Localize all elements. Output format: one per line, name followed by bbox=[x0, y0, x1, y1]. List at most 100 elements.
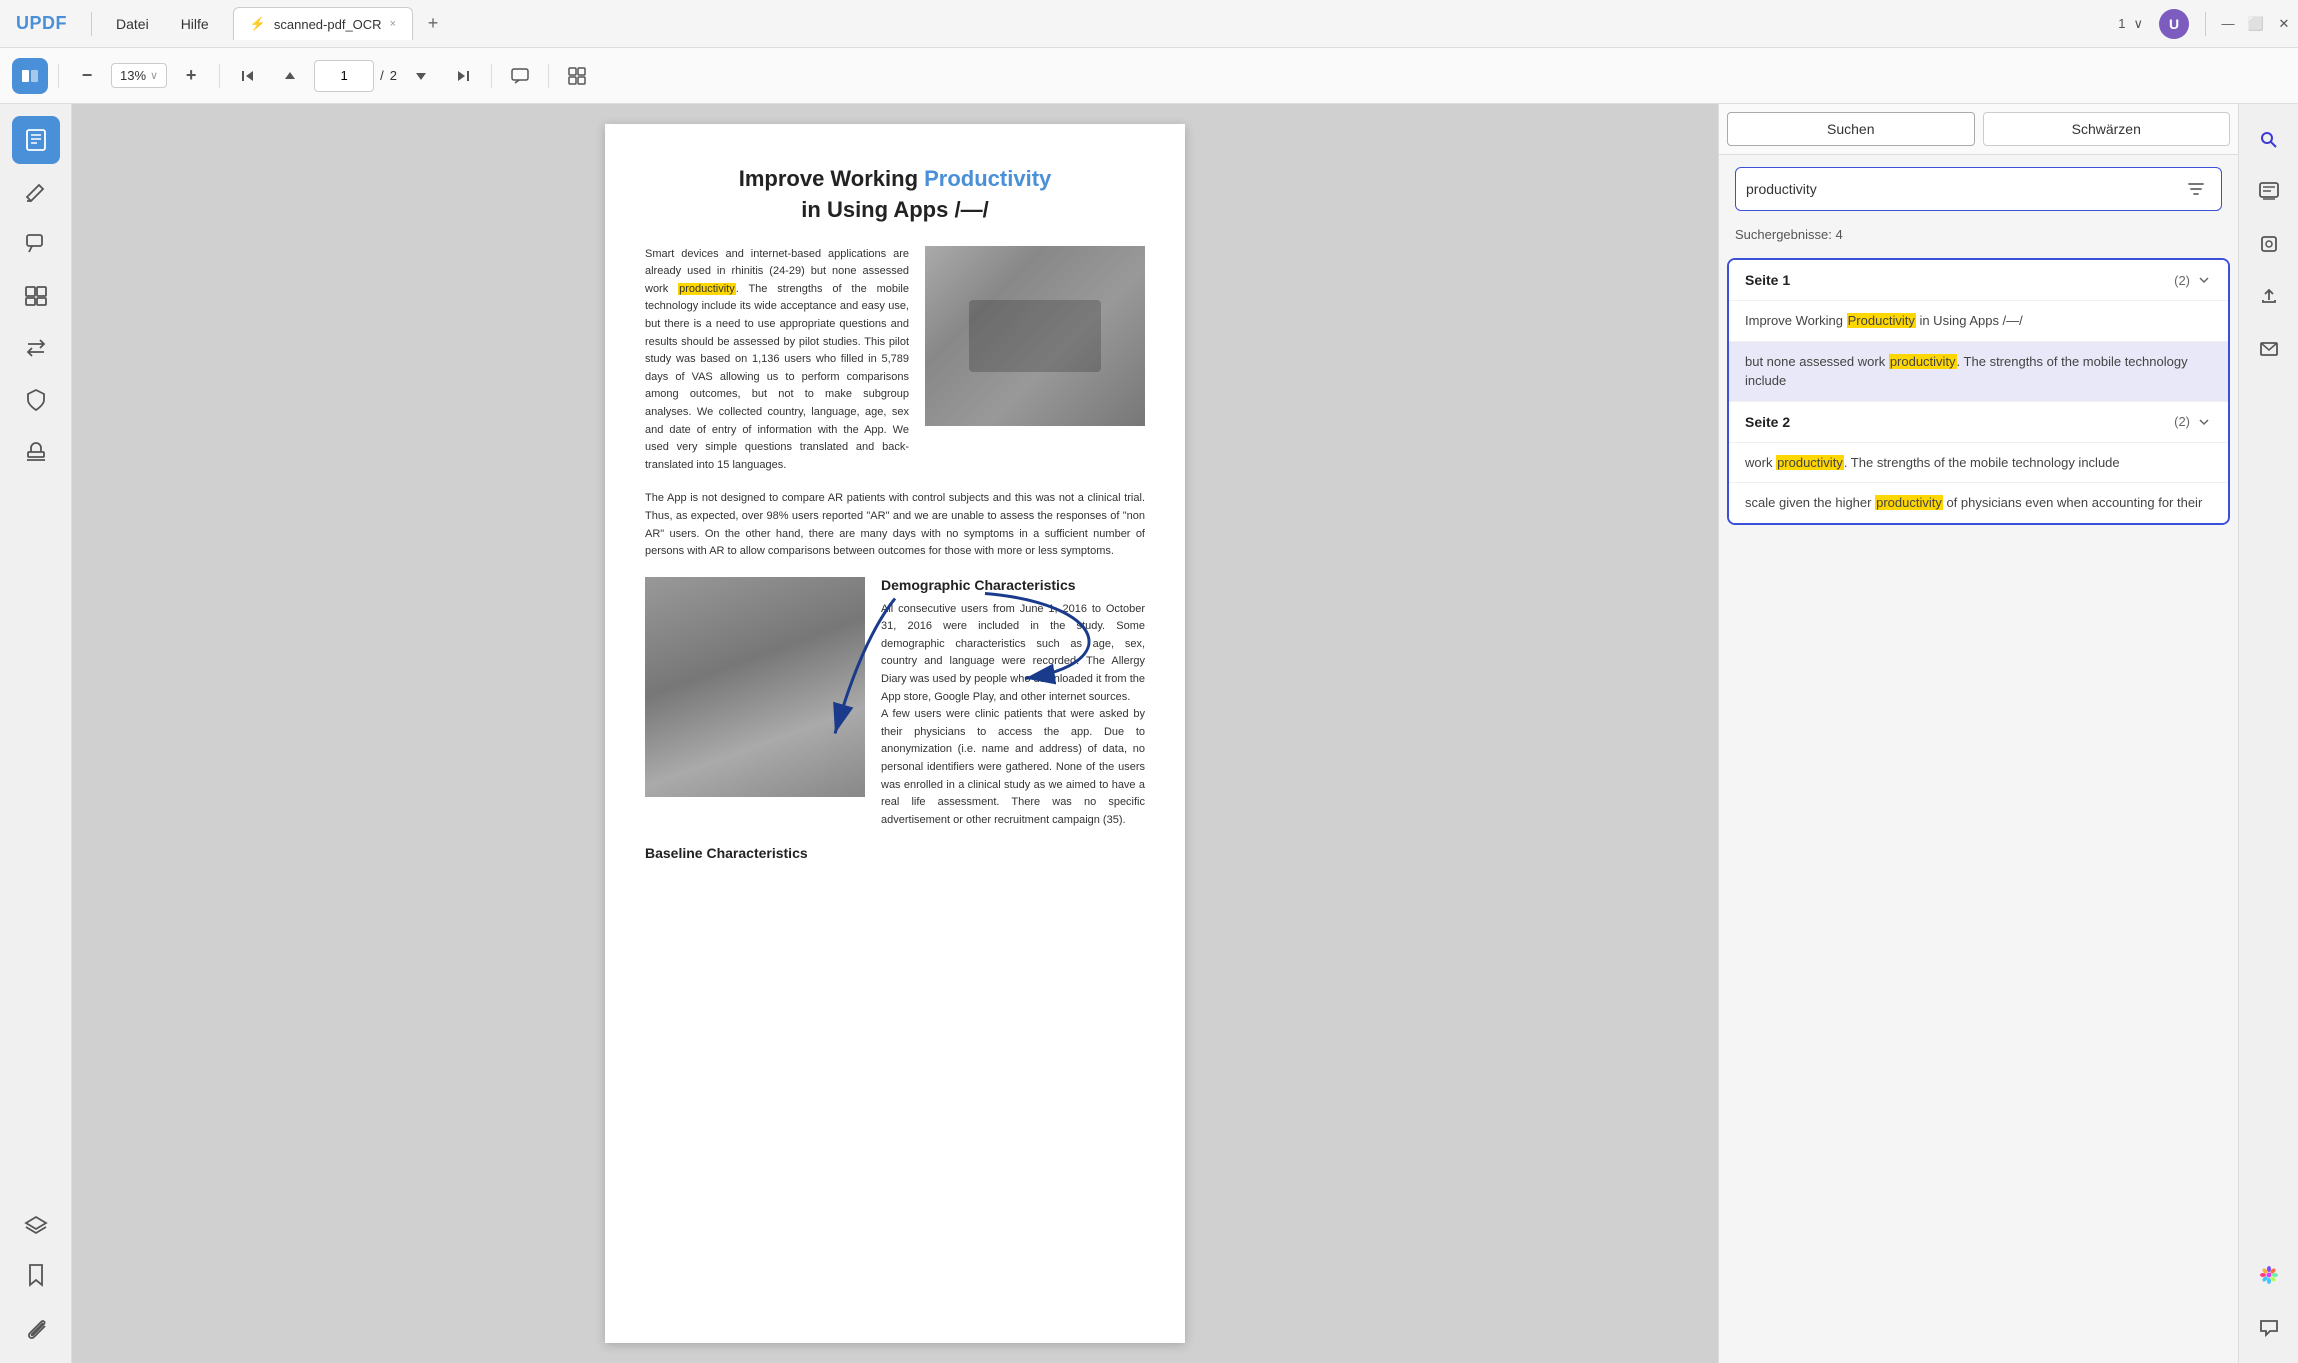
sidebar-item-convert[interactable] bbox=[12, 324, 60, 372]
page-input-area: / 2 bbox=[314, 60, 397, 92]
zoom-dropdown-arrow[interactable]: ∨ bbox=[150, 69, 158, 82]
active-tab[interactable]: ⚡ scanned-pdf_OCR × bbox=[233, 7, 413, 40]
title-highlight: Productivity bbox=[924, 166, 1051, 191]
sidebar-item-protect[interactable] bbox=[12, 376, 60, 424]
pdf-image-person bbox=[645, 577, 865, 797]
sidebar-right bbox=[2238, 104, 2298, 1363]
zoom-out-button[interactable]: − bbox=[69, 58, 105, 94]
search-input-wrapper bbox=[1735, 167, 2222, 211]
result-section-1-header[interactable]: Seite 1 (2) bbox=[1729, 260, 2228, 301]
menu-datei[interactable]: Datei bbox=[100, 8, 165, 40]
result-keyword: productivity bbox=[1875, 495, 1943, 510]
total-pages: 2 bbox=[390, 68, 397, 83]
comment-button[interactable] bbox=[502, 58, 538, 94]
section-1-title: Seite 1 bbox=[1745, 272, 2174, 288]
sidebar-item-organize[interactable] bbox=[12, 272, 60, 320]
sidebar-item-layers[interactable] bbox=[12, 1199, 60, 1247]
search-input[interactable] bbox=[1746, 181, 2181, 197]
right-ocr-icon[interactable] bbox=[2245, 168, 2293, 216]
section-1-chevron bbox=[2196, 272, 2212, 288]
result-text-before: work bbox=[1745, 455, 1776, 470]
result-keyword: productivity bbox=[1776, 455, 1844, 470]
pdf-section-content: Demographic Characteristics All consecut… bbox=[881, 577, 1145, 830]
sidebar-item-comment[interactable] bbox=[12, 220, 60, 268]
result-item-1-2[interactable]: but none assessed work productivity. The… bbox=[1729, 342, 2228, 401]
pdf-body-section: Smart devices and internet-based applica… bbox=[645, 246, 1145, 475]
minimize-button[interactable]: — bbox=[2214, 10, 2242, 38]
main-content: Improve Working Productivity in Using Ap… bbox=[0, 104, 2298, 1363]
result-item-2-1[interactable]: work productivity. The strengths of the … bbox=[1729, 443, 2228, 483]
pdf-viewer[interactable]: Improve Working Productivity in Using Ap… bbox=[72, 104, 1718, 1363]
sidebar-toggle[interactable] bbox=[12, 58, 48, 94]
right-panel: Suchen Schwärzen Suchergebnisse: 4 Seite… bbox=[1718, 104, 2238, 1363]
baseline-title: Baseline Characteristics bbox=[645, 845, 1145, 861]
page-separator: / bbox=[380, 68, 384, 83]
result-text-before: Improve Working bbox=[1745, 313, 1847, 328]
result-text-before: scale given the higher bbox=[1745, 495, 1875, 510]
pdf-demographic-section: Demographic Characteristics All consecut… bbox=[645, 577, 1145, 830]
user-avatar[interactable]: U bbox=[2159, 9, 2189, 39]
result-text-after: . The strengths of the mobile technology… bbox=[1844, 455, 2120, 470]
page-nav-arrow[interactable]: ∨ bbox=[2133, 16, 2143, 32]
nav-last-button[interactable] bbox=[445, 58, 481, 94]
section-2-count: (2) bbox=[2174, 414, 2190, 429]
result-item-2-2[interactable]: scale given the higher productivity of p… bbox=[1729, 483, 2228, 523]
right-chat-icon[interactable] bbox=[2245, 1303, 2293, 1351]
layout-button[interactable] bbox=[559, 58, 595, 94]
pdf-title: Improve Working Productivity in Using Ap… bbox=[645, 164, 1145, 226]
tab-close-button[interactable]: × bbox=[390, 18, 396, 30]
results-container[interactable]: Seite 1 (2) Improve Working Productivity… bbox=[1719, 250, 2238, 1363]
zoom-level-text: 13% bbox=[120, 68, 146, 83]
app-logo: UPDF bbox=[0, 13, 83, 34]
sidebar-item-stamp[interactable] bbox=[12, 428, 60, 476]
titlebar-divider bbox=[91, 12, 92, 36]
sidebar-item-bookmark[interactable] bbox=[12, 1251, 60, 1299]
search-row bbox=[1719, 155, 2238, 223]
title-line2: in Using Apps /—/ bbox=[801, 197, 988, 222]
page-nav-number: 1 bbox=[2118, 16, 2125, 31]
section-1-count: (2) bbox=[2174, 273, 2190, 288]
nav-next-button[interactable] bbox=[403, 58, 439, 94]
tab-name: scanned-pdf_OCR bbox=[274, 17, 382, 32]
result-section-1: Seite 1 (2) Improve Working Productivity… bbox=[1729, 260, 2228, 401]
right-scan-icon[interactable] bbox=[2245, 220, 2293, 268]
sidebar-left bbox=[0, 104, 72, 1363]
pdf-page: Improve Working Productivity in Using Ap… bbox=[605, 124, 1185, 1343]
add-tab-button[interactable]: + bbox=[419, 10, 447, 38]
maximize-button[interactable]: ⬜ bbox=[2242, 10, 2270, 38]
results-box: Seite 1 (2) Improve Working Productivity… bbox=[1727, 258, 2230, 525]
zoom-in-button[interactable]: + bbox=[173, 58, 209, 94]
current-page-input[interactable] bbox=[314, 60, 374, 92]
nav-prev-button[interactable] bbox=[272, 58, 308, 94]
close-button[interactable]: ✕ bbox=[2270, 10, 2298, 38]
sidebar-item-edit[interactable] bbox=[12, 168, 60, 216]
right-search-icon[interactable] bbox=[2245, 116, 2293, 164]
menu-hilfe[interactable]: Hilfe bbox=[165, 8, 225, 40]
pdf-paragraph1: Smart devices and internet-based applica… bbox=[645, 246, 909, 475]
right-share-icon[interactable] bbox=[2245, 272, 2293, 320]
page-nav: 1 ∨ bbox=[2118, 16, 2143, 32]
right-email-icon[interactable] bbox=[2245, 324, 2293, 372]
results-count: Suchergebnisse: 4 bbox=[1719, 223, 2238, 250]
tab-schwarZen[interactable]: Schwärzen bbox=[1983, 112, 2231, 146]
right-flower-icon[interactable] bbox=[2245, 1251, 2293, 1299]
result-section-2-header[interactable]: Seite 2 (2) bbox=[1729, 401, 2228, 443]
sidebar-item-read[interactable] bbox=[12, 116, 60, 164]
result-text-before: but none assessed work bbox=[1745, 354, 1889, 369]
tab-suchen[interactable]: Suchen bbox=[1727, 112, 1975, 146]
nav-first-button[interactable] bbox=[230, 58, 266, 94]
tab-icon: ⚡ bbox=[250, 16, 266, 32]
result-text-after: in Using Apps /—/ bbox=[1916, 313, 2023, 328]
result-keyword: Productivity bbox=[1847, 313, 1916, 328]
sidebar-item-attachment[interactable] bbox=[12, 1303, 60, 1351]
search-filter-button[interactable] bbox=[2181, 174, 2211, 204]
result-section-2: Seite 2 (2) work productivity. The stren… bbox=[1729, 401, 2228, 523]
result-text-after: of physicians even when accounting for t… bbox=[1943, 495, 2202, 510]
titlebar: UPDF Datei Hilfe ⚡ scanned-pdf_OCR × + 1… bbox=[0, 0, 2298, 48]
zoom-level-display[interactable]: 13% ∨ bbox=[111, 63, 167, 88]
result-item-1-1[interactable]: Improve Working Productivity in Using Ap… bbox=[1729, 301, 2228, 341]
section-2-chevron bbox=[2196, 414, 2212, 430]
panel-tabs: Suchen Schwärzen bbox=[1719, 104, 2238, 155]
section-title: Demographic Characteristics bbox=[881, 577, 1145, 593]
toolbar: − 13% ∨ + / 2 bbox=[0, 48, 2298, 104]
